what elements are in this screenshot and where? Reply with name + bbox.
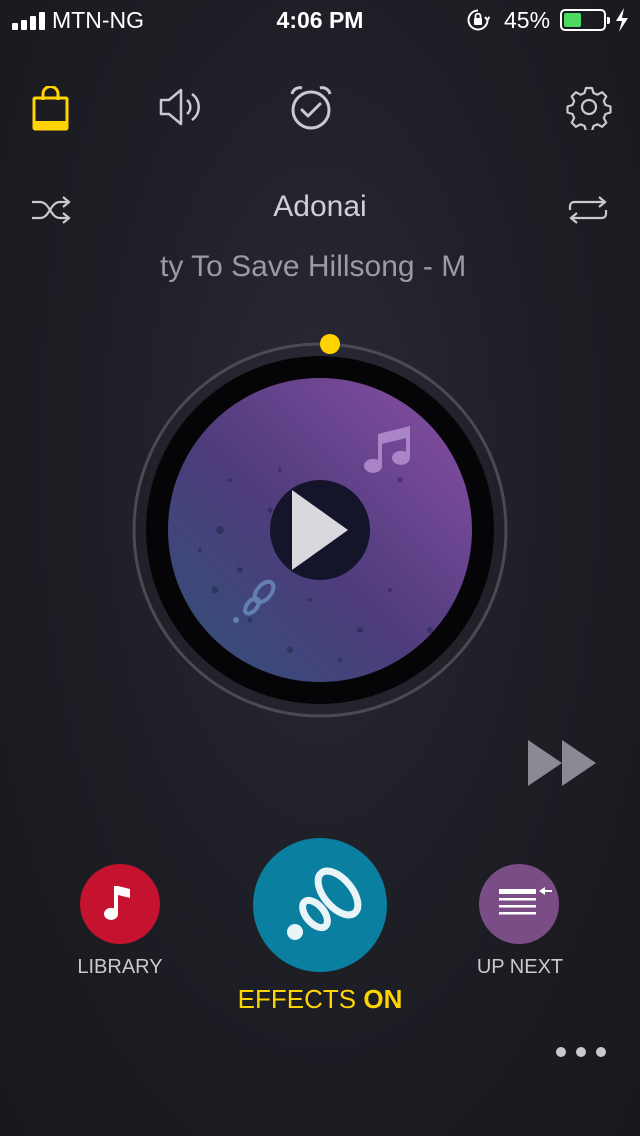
battery-icon xyxy=(560,9,610,31)
effects-icon xyxy=(287,867,362,940)
effects-label-text: EFFECTS xyxy=(237,984,357,1014)
effects-button[interactable] xyxy=(253,838,387,972)
more-options-icon[interactable] xyxy=(556,1044,616,1062)
library-button[interactable] xyxy=(80,864,160,944)
status-bar: MTN-NG 4:06 PM 45% xyxy=(0,0,640,40)
settings-gear-icon[interactable] xyxy=(566,84,612,130)
progress-knob[interactable] xyxy=(320,334,340,354)
volume-icon[interactable] xyxy=(158,86,204,128)
effects-state: ON xyxy=(363,984,403,1014)
repeat-icon[interactable] xyxy=(566,194,610,226)
library-label: LIBRARY xyxy=(77,956,163,978)
up-next-label: UP NEXT xyxy=(476,956,564,978)
alarm-clock-icon[interactable] xyxy=(288,84,334,132)
fast-forward-icon[interactable] xyxy=(528,740,596,786)
up-next-button[interactable] xyxy=(479,864,559,944)
battery-level-fill xyxy=(564,13,581,27)
queue-list-icon xyxy=(499,887,552,915)
player-disc[interactable] xyxy=(130,330,510,720)
song-title: Adonai xyxy=(273,190,367,223)
charging-bolt-icon xyxy=(616,8,628,32)
battery-percent: 45% xyxy=(504,7,551,33)
effects-label: EFFECTS ON xyxy=(180,984,460,1015)
music-note-icon xyxy=(104,886,130,920)
scrolling-track-info: ty To Save Hillsong - M xyxy=(160,250,467,283)
shopping-bag-icon[interactable] xyxy=(32,86,70,132)
orientation-lock-icon xyxy=(467,9,490,31)
